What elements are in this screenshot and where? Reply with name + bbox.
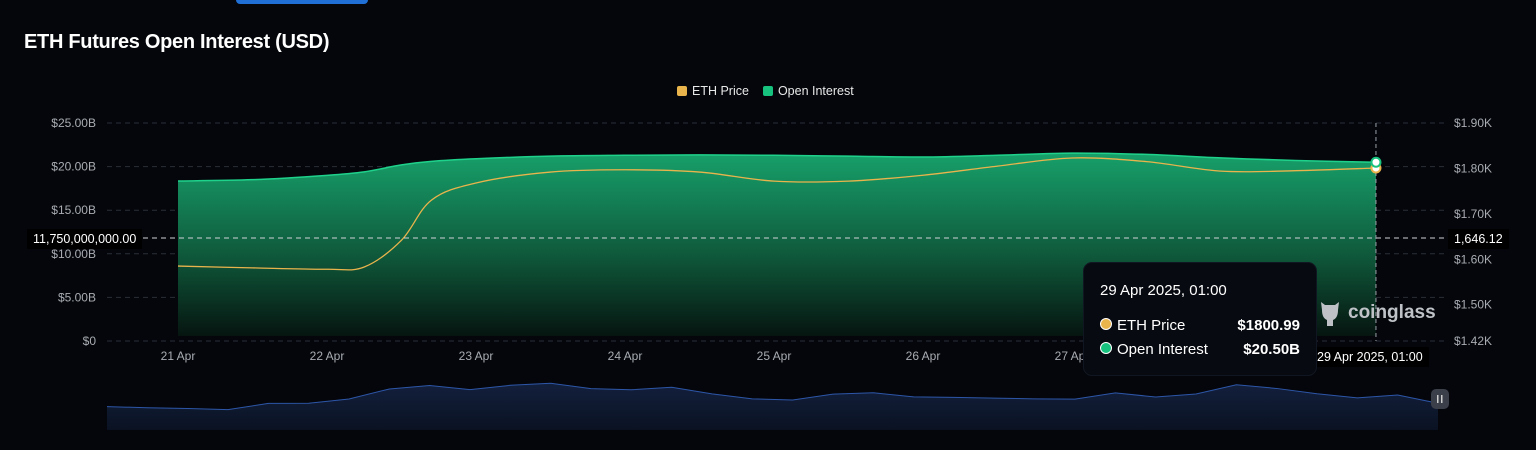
crosshair-right-label: 1,646.12 — [1448, 229, 1509, 249]
x-tick-label: 25 Apr — [757, 349, 792, 363]
open-interest-marker — [1370, 156, 1382, 168]
coinglass-watermark: coinglass — [1318, 298, 1436, 328]
x-tick-label: 26 Apr — [906, 349, 941, 363]
tooltip: 29 Apr 2025, 01:00 ETH Price $1800.99 Op… — [1083, 262, 1317, 376]
x-tick-label: 21 Apr — [161, 349, 196, 363]
tooltip-title: 29 Apr 2025, 01:00 — [1100, 282, 1227, 299]
handle-grip-icon — [1437, 395, 1439, 403]
eth-price-dot-icon — [1100, 318, 1112, 330]
y-right-tick-label: $1.90K — [1454, 116, 1492, 130]
y-left-tick-label: $0 — [83, 334, 97, 348]
tooltip-label: ETH Price — [1117, 317, 1186, 334]
watermark-text: coinglass — [1348, 302, 1436, 323]
coinglass-logo-icon — [1321, 302, 1339, 326]
x-tick-label: 22 Apr — [310, 349, 345, 363]
crosshair-left-label: 11,750,000,000.00 — [27, 229, 143, 249]
y-right-tick-label: $1.60K — [1454, 252, 1492, 266]
y-right-tick-label: $1.70K — [1454, 207, 1492, 221]
handle-grip-icon — [1441, 395, 1443, 403]
tooltip-value: $1800.99 — [1237, 317, 1300, 334]
navigator-handle[interactable] — [1431, 389, 1449, 409]
y-left-tick-label: $20.00B — [51, 160, 96, 174]
tooltip-label: Open Interest — [1117, 341, 1208, 358]
y-left-tick-label: $5.00B — [58, 290, 96, 304]
tooltip-row-open-interest: Open Interest $20.50B — [1100, 341, 1300, 358]
open-interest-dot-icon — [1100, 342, 1112, 354]
y-right-tick-label: $1.42K — [1454, 334, 1492, 348]
x-tick-label: 23 Apr — [459, 349, 494, 363]
chart-plot[interactable]: $0$5.00B$10.00B$15.00B$20.00B$25.00B$1.4… — [0, 0, 1536, 450]
crosshair-x-label: 29 Apr 2025, 01:00 — [1311, 347, 1429, 367]
navigator-area — [107, 383, 1438, 430]
tooltip-row-eth-price: ETH Price $1800.99 — [1100, 317, 1300, 334]
y-right-tick-label: $1.80K — [1454, 161, 1492, 175]
tooltip-value: $20.50B — [1243, 341, 1300, 358]
y-left-tick-label: $25.00B — [51, 116, 96, 130]
y-left-tick-label: $15.00B — [51, 203, 96, 217]
y-right-tick-label: $1.50K — [1454, 298, 1492, 312]
x-tick-label: 24 Apr — [608, 349, 643, 363]
